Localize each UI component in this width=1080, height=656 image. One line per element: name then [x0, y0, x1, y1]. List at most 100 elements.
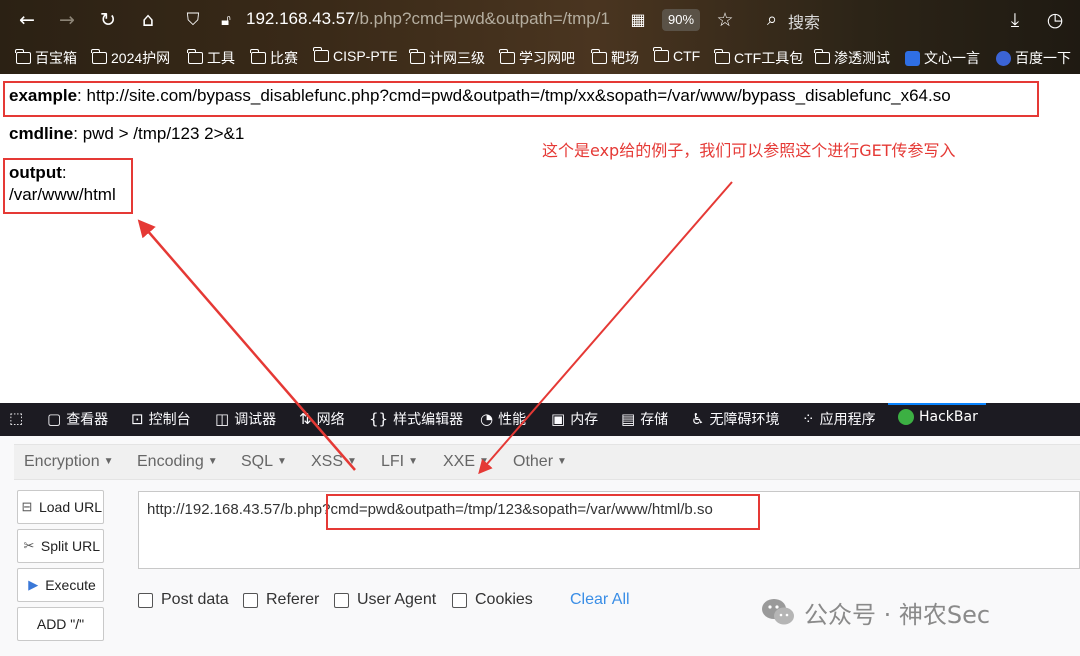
- bookmark-item[interactable]: 百度一下: [996, 48, 1071, 68]
- forward-arrow-icon[interactable]: →: [55, 8, 79, 32]
- tab-performance[interactable]: ◔ 性能: [480, 409, 526, 429]
- cmdline-label: cmdline: [9, 124, 74, 143]
- hackbar-menu: Encryption ▼ Encoding ▼ SQL ▼ XSS ▼ LFI ▼ XXE…: [14, 444, 1080, 480]
- bookmark-item[interactable]: 渗透测试: [814, 48, 890, 68]
- download-icon[interactable]: ⤓: [1003, 8, 1027, 32]
- tab-storage[interactable]: ▤ 存储: [621, 409, 668, 429]
- caret-down-icon: ▼: [207, 456, 218, 467]
- browser-chrome: ← → ↻ ⌂ ⛉ 🔓︎ 192.168.43.57/b.php?cmd=pwd…: [0, 0, 1080, 74]
- bookmark-item[interactable]: 比赛: [250, 48, 298, 68]
- element-picker-icon[interactable]: ⬚: [9, 409, 23, 427]
- memory-icon: ▣: [551, 410, 566, 428]
- bookmark-item[interactable]: 学习网吧: [499, 48, 575, 68]
- tab-hackbar[interactable]: HackBar: [898, 409, 978, 425]
- bookmark-item[interactable]: 文心一言: [905, 48, 980, 68]
- split-url-button[interactable]: ✂ Split URL: [17, 529, 104, 563]
- menu-encryption[interactable]: Encryption ▼: [24, 453, 114, 471]
- hackbar-logo-icon: [898, 409, 914, 425]
- folder-icon: [499, 49, 515, 64]
- bookmark-item[interactable]: CISP-PTE: [313, 47, 398, 64]
- network-icon: ⇅: [299, 410, 312, 428]
- caret-down-icon: ▼: [347, 456, 357, 467]
- watermark-text: 公众号 · 神农Sec: [804, 600, 991, 629]
- console-icon: ⊡: [131, 410, 144, 428]
- play-icon: ▶: [28, 577, 39, 592]
- tab-console[interactable]: ⊡ 控制台: [131, 409, 191, 429]
- tab-memory[interactable]: ▣ 内存: [551, 409, 598, 429]
- wechat-logo-icon: [762, 599, 794, 625]
- menu-encoding[interactable]: Encoding ▼: [137, 453, 218, 471]
- url-path: /b.php?cmd=pwd&outpath=/tmp/1: [354, 9, 610, 28]
- scissors-icon: ✂: [23, 538, 35, 553]
- folder-icon: [591, 49, 607, 64]
- bookmark-item[interactable]: 百宝箱: [15, 48, 77, 68]
- bookmark-item[interactable]: CTF工具包: [714, 48, 803, 68]
- cmdline-value: : pwd > /tmp/123 2>&1: [73, 124, 245, 143]
- cookies-checkbox[interactable]: Cookies: [452, 591, 533, 609]
- post-data-checkbox[interactable]: Post data: [138, 591, 229, 609]
- cmdline-line: cmdline: pwd > /tmp/123 2>&1: [9, 124, 244, 144]
- tab-debugger[interactable]: ◫ 调试器: [215, 409, 276, 429]
- tab-accessibility[interactable]: ♿︎ 无障碍环境: [691, 409, 779, 429]
- folder-icon: [653, 47, 669, 62]
- tab-style-editor[interactable]: {} 样式编辑器: [369, 409, 463, 429]
- accessibility-icon: ♿︎: [691, 410, 705, 428]
- search-box-label[interactable]: 搜索: [788, 9, 820, 33]
- application-icon: ⁘: [802, 410, 815, 428]
- user-agent-checkbox[interactable]: User Agent: [334, 591, 436, 609]
- search-icon[interactable]: ⌕: [760, 8, 784, 32]
- caret-down-icon: ▼: [103, 456, 114, 467]
- load-url-icon: ⊟: [21, 499, 33, 514]
- referer-checkbox[interactable]: Referer: [243, 591, 319, 609]
- back-arrow-icon[interactable]: ←: [15, 8, 39, 32]
- insecure-lock-icon[interactable]: 🔓︎: [214, 8, 238, 32]
- bookmark-item[interactable]: CTF: [653, 47, 700, 64]
- history-clock-icon[interactable]: ◷: [1043, 8, 1067, 32]
- menu-lfi[interactable]: LFI ▼: [381, 453, 418, 471]
- bookmark-item[interactable]: 2024护网: [91, 48, 170, 68]
- inspector-icon: ▢: [47, 410, 62, 428]
- qr-code-icon[interactable]: ▦: [626, 8, 650, 32]
- baidu-paw-icon: [996, 50, 1011, 66]
- folder-icon: [250, 49, 266, 64]
- devtools-toolbar: ⬚ ▢ 查看器 ⊡ 控制台 ◫ 调试器 ⇅ 网络 {} 样式编辑器 ◔ 性能 ▣ 内存 ▤ 存储…: [0, 403, 1080, 436]
- menu-sql[interactable]: SQL ▼: [241, 453, 287, 471]
- bookmarks-bar: 百宝箱 2024护网 工具 比赛 CISP-PTE 计网三级 学习网吧 靶场 C…: [0, 44, 1080, 72]
- tab-application[interactable]: ⁘ 应用程序: [802, 409, 876, 429]
- menu-other[interactable]: Other ▼: [513, 453, 567, 471]
- tab-inspector[interactable]: ▢ 查看器: [47, 409, 108, 429]
- star-bookmark-icon[interactable]: ☆: [713, 8, 737, 32]
- caret-down-icon: ▼: [479, 456, 489, 467]
- folder-icon: [409, 49, 425, 64]
- watermark: 公众号 · 神农Sec: [760, 594, 990, 630]
- reload-icon[interactable]: ↻: [96, 8, 120, 32]
- wenxin-logo-icon: [905, 50, 920, 66]
- caret-down-icon: ▼: [557, 456, 567, 467]
- caret-down-icon: ▼: [408, 456, 419, 467]
- performance-icon: ◔: [480, 410, 494, 428]
- load-url-button[interactable]: ⊟ Load URL: [17, 490, 104, 524]
- storage-icon: ▤: [621, 410, 636, 428]
- folder-icon: [91, 49, 107, 64]
- bookmark-item[interactable]: 靶场: [591, 48, 639, 68]
- example-highlight-box: [3, 81, 1039, 117]
- url-host: 192.168.43.57: [246, 9, 355, 28]
- debugger-icon: ◫: [215, 410, 230, 428]
- tab-network[interactable]: ⇅ 网络: [299, 409, 345, 429]
- menu-xxe[interactable]: XXE ▼: [443, 453, 489, 471]
- output-highlight-box: [3, 158, 133, 214]
- style-editor-icon: {}: [369, 410, 389, 428]
- clear-all-link[interactable]: Clear All: [570, 591, 630, 609]
- url-params-highlight-box: [326, 494, 760, 530]
- folder-icon: [313, 47, 329, 62]
- add-slash-button[interactable]: ADD "/": [17, 607, 104, 641]
- bookmark-item[interactable]: 工具: [187, 48, 235, 68]
- execute-button[interactable]: ▶ Execute: [17, 568, 104, 602]
- home-icon[interactable]: ⌂: [136, 8, 160, 32]
- menu-xss[interactable]: XSS ▼: [311, 453, 357, 471]
- bookmark-item[interactable]: 计网三级: [409, 48, 485, 68]
- folder-icon: [15, 49, 31, 64]
- shield-icon[interactable]: ⛉: [181, 8, 205, 32]
- address-bar[interactable]: 192.168.43.57/b.php?cmd=pwd&outpath=/tmp…: [246, 9, 610, 29]
- zoom-level[interactable]: 90%: [662, 9, 700, 31]
